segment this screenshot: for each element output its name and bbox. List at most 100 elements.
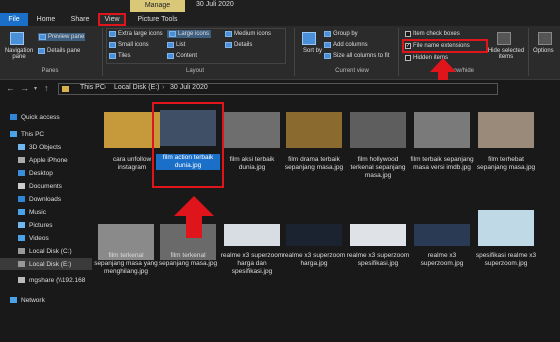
breadcrumb-local-disk[interactable]: Local Disk (E:) (114, 84, 160, 91)
pictures-icon (18, 222, 25, 228)
file-item[interactable]: film terbaik sepanjang masa versi imdb.j… (410, 112, 474, 188)
details-icon (225, 42, 232, 48)
nav-item-network[interactable]: Network (0, 294, 92, 306)
options-button[interactable]: Options (533, 48, 554, 54)
file-item[interactable]: film hollywood terkenal sepanjang masa.j… (346, 112, 410, 188)
details-option[interactable]: Details (225, 42, 252, 48)
file-item[interactable]: realme x3 superzoom harga.jpg (282, 224, 346, 300)
divider (398, 28, 399, 76)
tab-file[interactable]: File (0, 13, 28, 26)
content-icon (167, 53, 174, 59)
nav-item-mgshare[interactable]: mgshare (\\192.168 (0, 274, 92, 286)
large-icons-icon (169, 31, 176, 37)
image-thumbnail (414, 112, 470, 148)
file-item[interactable]: realme x3 superzoom spesifikasi.jpg (346, 224, 410, 300)
divider (294, 28, 295, 76)
nav-item-music[interactable]: Music (0, 206, 92, 218)
document-icon (18, 183, 25, 189)
list-option[interactable]: List (167, 42, 185, 48)
nav-item-this-pc[interactable]: This PC (0, 128, 92, 140)
desktop-icon (18, 170, 25, 176)
divider (528, 28, 529, 76)
nav-item-videos[interactable]: Videos (0, 232, 92, 244)
hide-selected-icon (497, 32, 511, 45)
breadcrumb-folder[interactable]: 30 Juli 2020 (170, 84, 208, 91)
size-all-columns-button[interactable]: Size all columns to fit (324, 53, 389, 59)
extra-large-icons-option[interactable]: Extra large icons (109, 31, 163, 37)
nav-item-local-disk-e[interactable]: Local Disk (E:) (0, 258, 92, 270)
details-pane-icon (38, 48, 45, 54)
drive-icon (18, 261, 25, 267)
layout-group-label: Layout (185, 68, 204, 74)
file-item[interactable]: spesifikasi realme x3 superzoom.jpg (474, 210, 538, 286)
preview-pane-button[interactable]: Preview pane (38, 33, 86, 41)
ribbon-tab-row: File Home Share View Picture Tools (0, 12, 560, 26)
ribbon: Navigation pane Preview pane Details pan… (0, 26, 560, 80)
checkbox-icon (405, 31, 411, 37)
up-arrow-icon[interactable]: ↑ (44, 83, 49, 93)
highlight-box (402, 39, 488, 53)
nav-item-downloads[interactable]: Downloads (0, 193, 92, 205)
tiles-icon (109, 53, 116, 59)
tiles-option[interactable]: Tiles (109, 53, 130, 59)
image-thumbnail (224, 224, 280, 246)
download-icon (18, 196, 25, 202)
nav-item-desktop[interactable]: Desktop (0, 167, 92, 179)
file-item[interactable]: film terhebat sepanjang masa.jpg (474, 112, 538, 188)
tab-share[interactable]: Share (64, 13, 96, 26)
list-icon (167, 42, 174, 48)
add-columns-button[interactable]: Add columns (324, 42, 368, 48)
breadcrumb-this-pc[interactable]: This PC (80, 84, 105, 91)
group-by-button[interactable]: Group by (324, 31, 358, 37)
nav-item-3d-objects[interactable]: 3D Objects (0, 141, 92, 153)
chevron-right-icon[interactable]: › (162, 84, 164, 91)
sort-by-button[interactable]: Sort by (303, 48, 322, 54)
folder-icon (62, 86, 69, 92)
video-icon (18, 235, 25, 241)
file-item[interactable]: film aksi terbaik dunia.jpg (220, 112, 284, 188)
content-option[interactable]: Content (167, 53, 197, 59)
forward-arrow-icon[interactable]: → (20, 83, 29, 93)
current-view-group-label: Current view (335, 68, 369, 74)
medium-icons-option[interactable]: Medium icons (225, 31, 271, 37)
file-item[interactable]: film terkenal sepanjang masa yang menghi… (94, 224, 158, 300)
file-item[interactable]: realme x3 superzoom harga dan spesifikas… (220, 224, 284, 300)
chevron-right-icon[interactable]: › (104, 84, 106, 91)
nav-item-local-disk-c[interactable]: Local Disk (C:) (0, 245, 92, 257)
image-thumbnail (350, 112, 406, 148)
nav-item-quick-access[interactable]: Quick access (0, 111, 92, 123)
panes-group-label: Panes (41, 68, 59, 74)
hide-selected-button[interactable]: Hide selected items (486, 48, 526, 60)
nav-item-documents[interactable]: Documents (0, 180, 92, 192)
image-thumbnail (224, 112, 280, 148)
details-pane-button[interactable]: Details pane (38, 48, 80, 54)
size-columns-icon (324, 53, 331, 59)
tab-picture-tools[interactable]: Picture Tools (130, 13, 185, 26)
arrow-up-icon (174, 196, 214, 238)
nav-item-pictures[interactable]: Pictures (0, 219, 92, 231)
sort-by-icon (302, 32, 316, 45)
nav-item-apple-iphone[interactable]: Apple iPhone (0, 154, 92, 166)
recent-dropdown-icon[interactable]: ▾ (34, 85, 37, 92)
back-arrow-icon[interactable]: ← (6, 83, 15, 93)
star-icon (10, 114, 17, 120)
window-title: 30 Juli 2020 (196, 1, 234, 8)
file-item[interactable]: realme x3 superzoom.jpg (410, 224, 474, 300)
divider (102, 28, 103, 76)
options-icon (538, 32, 552, 45)
image-thumbnail (286, 224, 342, 246)
item-check-boxes-toggle[interactable]: Item check boxes (405, 31, 460, 37)
image-thumbnail (414, 224, 470, 246)
large-icons-option[interactable]: Large icons (167, 30, 212, 38)
image-thumbnail (350, 224, 406, 246)
small-icons-icon (109, 42, 116, 48)
navigation-pane-icon (10, 32, 24, 45)
manage-context-tab[interactable]: Manage (130, 0, 185, 12)
tab-view[interactable]: View (98, 13, 126, 26)
navigation-pane-button[interactable]: Navigation pane (2, 48, 36, 60)
file-item[interactable]: film drama terbaik sepanjang masa.jpg (282, 112, 346, 188)
image-thumbnail (286, 112, 342, 148)
small-icons-option[interactable]: Small icons (109, 42, 149, 48)
network-icon (10, 297, 17, 303)
tab-home[interactable]: Home (30, 13, 62, 26)
